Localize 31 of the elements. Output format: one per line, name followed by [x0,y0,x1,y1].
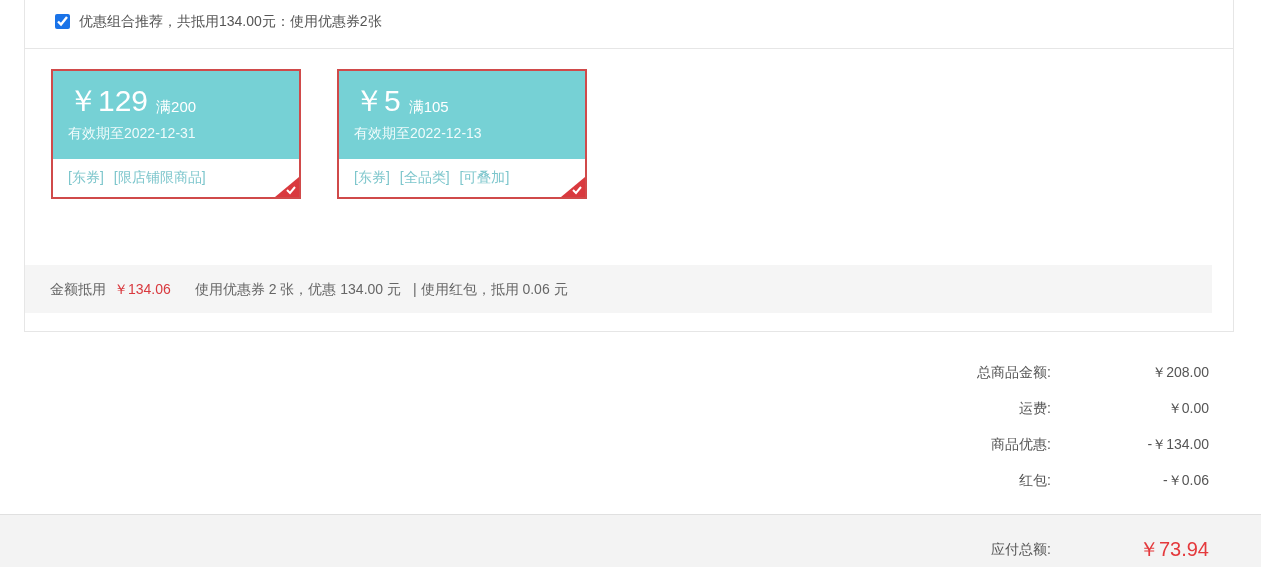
coupon-card[interactable]: ￥129 满200 有效期至2022-12-31 [东券] [限店铺限商品] [51,69,301,199]
coupon-validity: 有效期至2022-12-31 [68,124,197,143]
coupon-note: 使用优惠券 2 张，优惠 134.00 元 [194,279,401,299]
summary-label: 红包: [1019,470,1051,490]
summary-value: ￥208.00 [1151,362,1209,382]
summary-label: 运费: [1019,398,1051,418]
summary-label: 商品优惠: [991,434,1051,454]
coupon-tag: [东券] [68,167,104,188]
coupon-threshold: 满105 [408,97,449,117]
selected-check-icon [275,177,299,197]
summary-label: 总商品金额: [977,362,1051,382]
deduction-label: 金额抵用 [50,279,106,299]
summary-value: -￥134.00 [1146,434,1209,454]
coupon-validity: 有效期至2022-12-13 [354,124,483,143]
coupon-tag: [可叠加] [459,167,510,188]
deduction-amount: ￥134.06 [114,279,171,299]
total-value: ￥73.94 [1137,537,1209,561]
coupon-tag: [限店铺限商品] [113,167,206,188]
summary-value: ￥0.00 [1166,398,1209,418]
coupon-amount: ￥129 [68,85,149,117]
coupon-threshold: 满200 [156,97,197,117]
selected-check-icon [561,177,585,197]
bonus-note: | 使用红包，抵用 0.06 元 [413,279,568,299]
recommendation-label: 优惠组合推荐，共抵用134.00元：使用优惠券2张 [79,12,382,31]
coupon-amount: ￥5 [354,85,401,117]
coupon-tag: [全品类] [399,167,450,188]
coupon-tag: [东券] [354,167,390,188]
coupon-card[interactable]: ￥5 满105 有效期至2022-12-13 [东券] [全品类] [可叠加] [337,69,587,199]
total-label: 应付总额: [991,540,1051,559]
recommendation-checkbox[interactable] [55,14,70,29]
summary-value: -￥0.06 [1162,470,1209,490]
